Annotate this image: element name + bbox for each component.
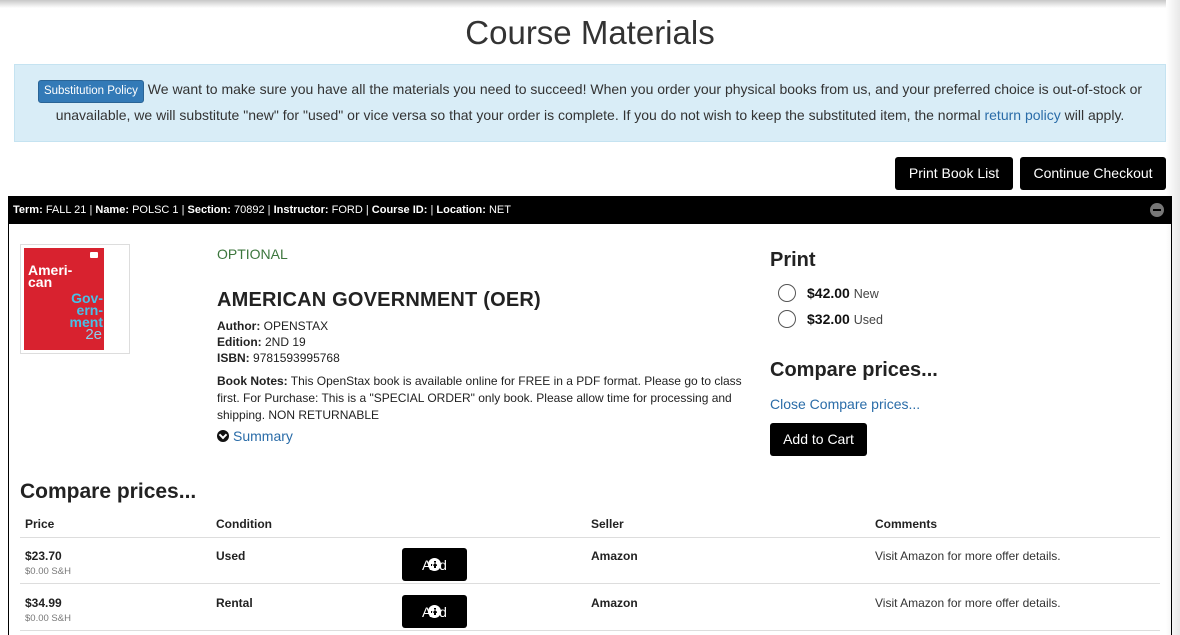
offer-comment: Visit Amazon for more offer details. xyxy=(875,549,1061,563)
table-row: $23.70 $0.00 S&H Used Add Amazon Visit A… xyxy=(20,538,1160,584)
offer-shipping: $0.00 S&H xyxy=(25,613,71,624)
compare-prices-side-heading: Compare prices... xyxy=(770,359,938,381)
section-value: 70892 xyxy=(233,204,265,216)
instructor-value: FORD xyxy=(331,204,363,216)
return-policy-link[interactable]: return policy xyxy=(984,107,1060,123)
table-row: $34.99 $0.00 S&H Rental Add Amazon Visit… xyxy=(20,585,1160,631)
substitution-policy-badge: Substitution Policy xyxy=(37,80,144,103)
publisher-logo-icon xyxy=(90,252,98,258)
page-title: Course Materials xyxy=(465,14,715,51)
policy-suffix: will apply. xyxy=(1060,107,1125,123)
add-to-cart-button[interactable]: Add to Cart xyxy=(770,423,867,456)
requirement-status: OPTIONAL xyxy=(217,246,288,262)
term-value: FALL 21 xyxy=(45,204,87,216)
offer-price: $23.70 xyxy=(25,549,62,563)
chevron-down-circle-icon xyxy=(217,430,229,442)
offer-comment: Visit Amazon for more offer details. xyxy=(875,596,1061,610)
compare-table-header: Price Condition Seller Comments xyxy=(20,509,1160,538)
cover-title-top: Ameri-can xyxy=(28,262,73,290)
add-label: Add xyxy=(422,603,447,620)
radio-new[interactable] xyxy=(778,284,796,302)
summary-label: Summary xyxy=(233,428,293,444)
book-notes: Book Notes: This OpenStax book is availa… xyxy=(217,374,742,422)
continue-checkout-button[interactable]: Continue Checkout xyxy=(1020,157,1166,190)
add-label: Add xyxy=(422,556,447,573)
location-label: Location: xyxy=(436,204,486,216)
book-cover-thumbnail[interactable]: Ameri-can Gov-ern-ment 2e xyxy=(20,244,130,354)
price-option-used[interactable]: $32.00 Used xyxy=(778,310,883,328)
col-seller: Seller xyxy=(591,517,624,531)
course-header-bar[interactable]: Term: FALL 21 | Name: POLSC 1 | Section:… xyxy=(8,196,1172,224)
print-heading: Print xyxy=(770,249,816,271)
name-value: POLSC 1 xyxy=(132,204,179,216)
offer-condition: Rental xyxy=(216,596,253,610)
print-book-list-button[interactable]: Print Book List xyxy=(895,157,1013,190)
term-label: Term: xyxy=(13,204,43,216)
name-label: Name: xyxy=(95,204,129,216)
top-shadow xyxy=(0,0,1180,8)
offer-price: $34.99 xyxy=(25,596,62,610)
book-isbn: ISBN: 9781593995768 xyxy=(217,351,340,365)
offer-seller: Amazon xyxy=(591,596,638,610)
location-value: NET xyxy=(488,204,511,216)
cover-edition-mark: 2e xyxy=(85,326,102,343)
summary-toggle-link[interactable]: Summary xyxy=(217,428,293,444)
col-condition: Condition xyxy=(216,517,272,531)
offer-shipping: $0.00 S&H xyxy=(25,566,71,577)
book-author: Author: OPENSTAX xyxy=(217,319,329,333)
cover-title-bottom: Gov-ern-ment xyxy=(69,290,103,330)
substitution-policy-box: Substitution Policy We want to make sure… xyxy=(14,64,1166,142)
price-option-new[interactable]: $42.00 New xyxy=(778,284,879,302)
offer-condition: Used xyxy=(216,549,246,563)
close-compare-prices-link[interactable]: Close Compare prices... xyxy=(770,396,920,412)
policy-text: We want to make sure you have all the ma… xyxy=(55,81,1143,123)
compare-prices-heading: Compare prices... xyxy=(20,480,197,503)
col-price: Price xyxy=(25,517,55,531)
instructor-label: Instructor: xyxy=(273,204,329,216)
collapse-icon[interactable] xyxy=(1150,203,1164,217)
add-offer-button[interactable]: Add xyxy=(402,548,467,581)
add-offer-button[interactable]: Add xyxy=(402,595,467,628)
radio-used[interactable] xyxy=(778,310,796,328)
offer-seller: Amazon xyxy=(591,549,638,563)
course-id-label: Course ID: xyxy=(371,204,428,216)
book-cover-image: Ameri-can Gov-ern-ment 2e xyxy=(24,248,104,350)
book-title: AMERICAN GOVERNMENT (OER) xyxy=(217,289,541,311)
book-edition: Edition: 2ND 19 xyxy=(217,335,306,349)
col-comments: Comments xyxy=(875,517,938,531)
section-label: Section: xyxy=(187,204,231,216)
